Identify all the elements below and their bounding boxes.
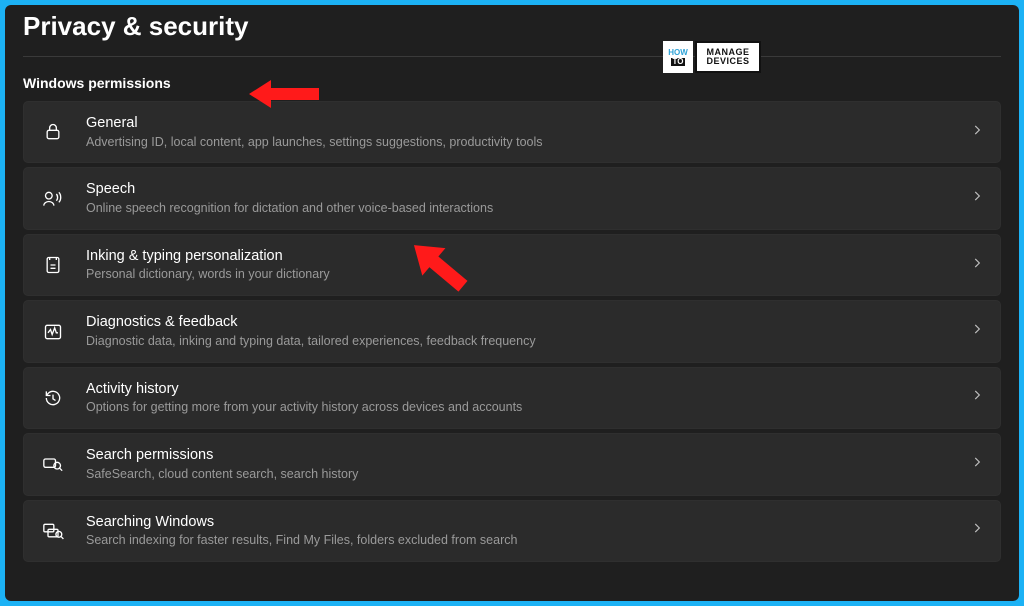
list-item-inking[interactable]: Inking & typing personalization Personal…: [23, 234, 1001, 296]
inking-icon: [40, 255, 66, 275]
chevron-right-icon: [970, 322, 984, 341]
permissions-list: General Advertising ID, local content, a…: [23, 101, 1001, 562]
search-permissions-icon: [40, 454, 66, 474]
item-title: Diagnostics & feedback: [86, 313, 970, 333]
watermark-devices: DEVICES: [706, 57, 749, 66]
item-subtitle: Personal dictionary, words in your dicti…: [86, 266, 970, 283]
settings-page: Privacy & security Windows permissions G…: [5, 5, 1019, 601]
item-title: Speech: [86, 180, 970, 200]
item-subtitle: Options for getting more from your activ…: [86, 399, 970, 416]
chevron-right-icon: [970, 189, 984, 208]
watermark-logo: HOW TO MANAGE DEVICES: [663, 41, 761, 73]
item-text: Searching Windows Search indexing for fa…: [86, 513, 970, 549]
item-subtitle: Online speech recognition for dictation …: [86, 200, 970, 217]
list-item-speech[interactable]: Speech Online speech recognition for dic…: [23, 167, 1001, 229]
item-title: Searching Windows: [86, 513, 970, 533]
item-subtitle: SafeSearch, cloud content search, search…: [86, 466, 970, 483]
chevron-right-icon: [970, 256, 984, 275]
item-subtitle: Advertising ID, local content, app launc…: [86, 134, 970, 151]
chevron-right-icon: [970, 455, 984, 474]
list-item-general[interactable]: General Advertising ID, local content, a…: [23, 101, 1001, 163]
item-text: General Advertising ID, local content, a…: [86, 114, 970, 150]
list-item-search-permissions[interactable]: Search permissions SafeSearch, cloud con…: [23, 433, 1001, 495]
item-text: Speech Online speech recognition for dic…: [86, 180, 970, 216]
list-item-searching-windows[interactable]: Searching Windows Search indexing for fa…: [23, 500, 1001, 562]
divider: [23, 56, 1001, 57]
diagnostics-icon: [40, 322, 66, 342]
item-title: Activity history: [86, 380, 970, 400]
item-text: Diagnostics & feedback Diagnostic data, …: [86, 313, 970, 349]
page-title: Privacy & security: [23, 11, 1001, 42]
chevron-right-icon: [970, 388, 984, 407]
watermark-how: HOW: [668, 49, 688, 57]
list-item-activity-history[interactable]: Activity history Options for getting mor…: [23, 367, 1001, 429]
item-text: Activity history Options for getting mor…: [86, 380, 970, 416]
item-subtitle: Search indexing for faster results, Find…: [86, 532, 970, 549]
list-item-diagnostics[interactable]: Diagnostics & feedback Diagnostic data, …: [23, 300, 1001, 362]
chevron-right-icon: [970, 521, 984, 540]
item-title: General: [86, 114, 970, 134]
item-title: Search permissions: [86, 446, 970, 466]
watermark-to: TO: [671, 58, 686, 66]
item-text: Search permissions SafeSearch, cloud con…: [86, 446, 970, 482]
section-header: Windows permissions: [23, 75, 1001, 91]
chevron-right-icon: [970, 123, 984, 142]
lock-icon: [40, 122, 66, 142]
speech-icon: [40, 189, 66, 209]
searching-windows-icon: [40, 521, 66, 541]
history-icon: [40, 388, 66, 408]
item-title: Inking & typing personalization: [86, 247, 970, 267]
item-subtitle: Diagnostic data, inking and typing data,…: [86, 333, 970, 350]
item-text: Inking & typing personalization Personal…: [86, 247, 970, 283]
